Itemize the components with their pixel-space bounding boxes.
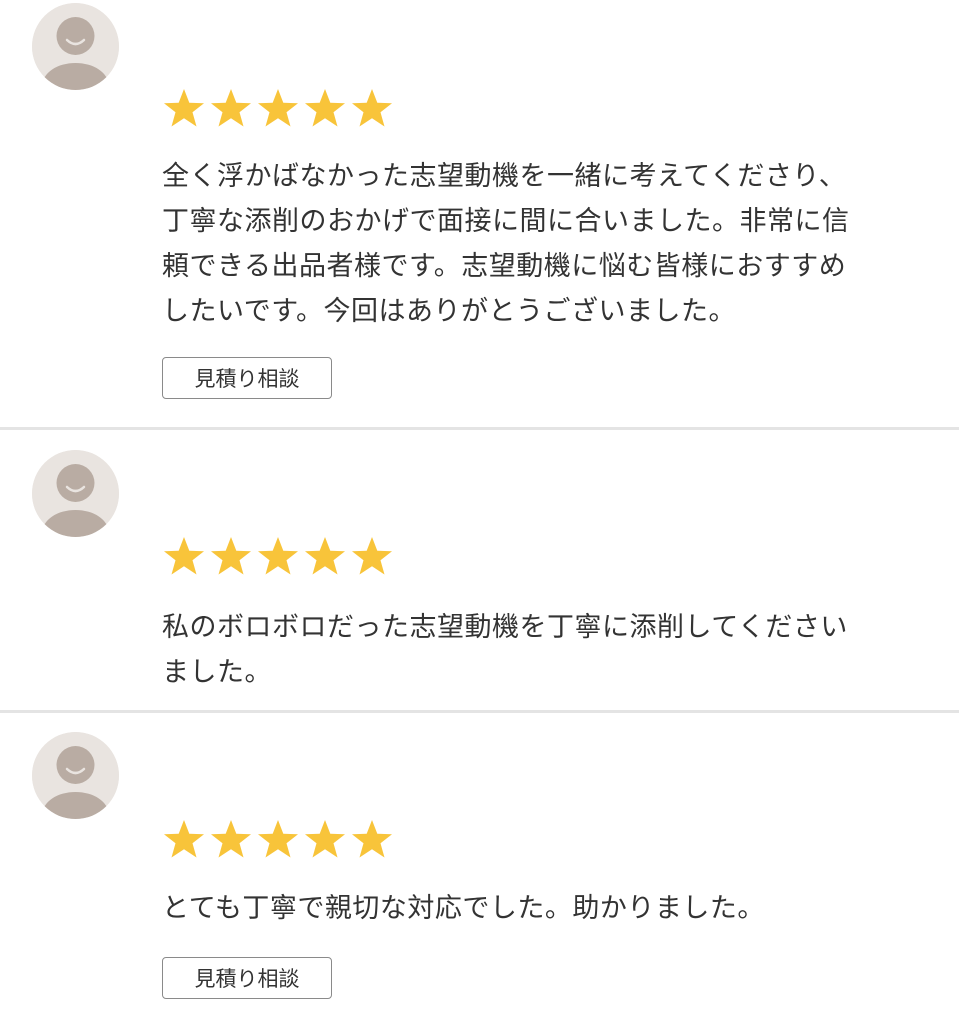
star-icon	[211, 820, 251, 858]
star-icon	[258, 89, 298, 127]
star-icon	[305, 820, 345, 858]
star-icon	[164, 89, 204, 127]
star-icon	[352, 537, 392, 575]
star-icon	[352, 820, 392, 858]
review-item: 私のボロボロだった志望動機を丁寧に添削してください ました。	[0, 430, 959, 710]
estimate-consultation-button[interactable]: 見積り相談	[162, 957, 332, 999]
star-rating	[162, 87, 394, 131]
star-rating	[162, 535, 394, 579]
star-icon	[258, 537, 298, 575]
star-icon	[164, 820, 204, 858]
star-rating	[162, 818, 394, 862]
star-icon	[211, 537, 251, 575]
review-comment: 全く浮かばなかった志望動機を一緒に考えてくださり、 丁寧な添削のおかげで面接に間…	[162, 161, 850, 327]
avatar-default-user-icon	[32, 732, 119, 819]
estimate-consultation-button[interactable]: 見積り相談	[162, 357, 332, 399]
star-icon	[258, 820, 298, 858]
star-icon	[211, 89, 251, 127]
avatar-default-user-icon	[32, 3, 119, 90]
star-icon	[305, 537, 345, 575]
star-icon	[305, 89, 345, 127]
avatar-default-user-icon	[32, 450, 119, 537]
review-item: とても丁寧で親切な対応でした。助かりました。 見積り相談	[0, 713, 959, 1024]
review-comment: 私のボロボロだった志望動機を丁寧に添削してください ました。	[162, 612, 848, 688]
star-icon	[164, 537, 204, 575]
star-icon	[352, 89, 392, 127]
review-comment: とても丁寧で親切な対応でした。助かりました。	[162, 893, 765, 924]
review-item: 全く浮かばなかった志望動機を一緒に考えてくださり、 丁寧な添削のおかげで面接に間…	[0, 0, 959, 427]
